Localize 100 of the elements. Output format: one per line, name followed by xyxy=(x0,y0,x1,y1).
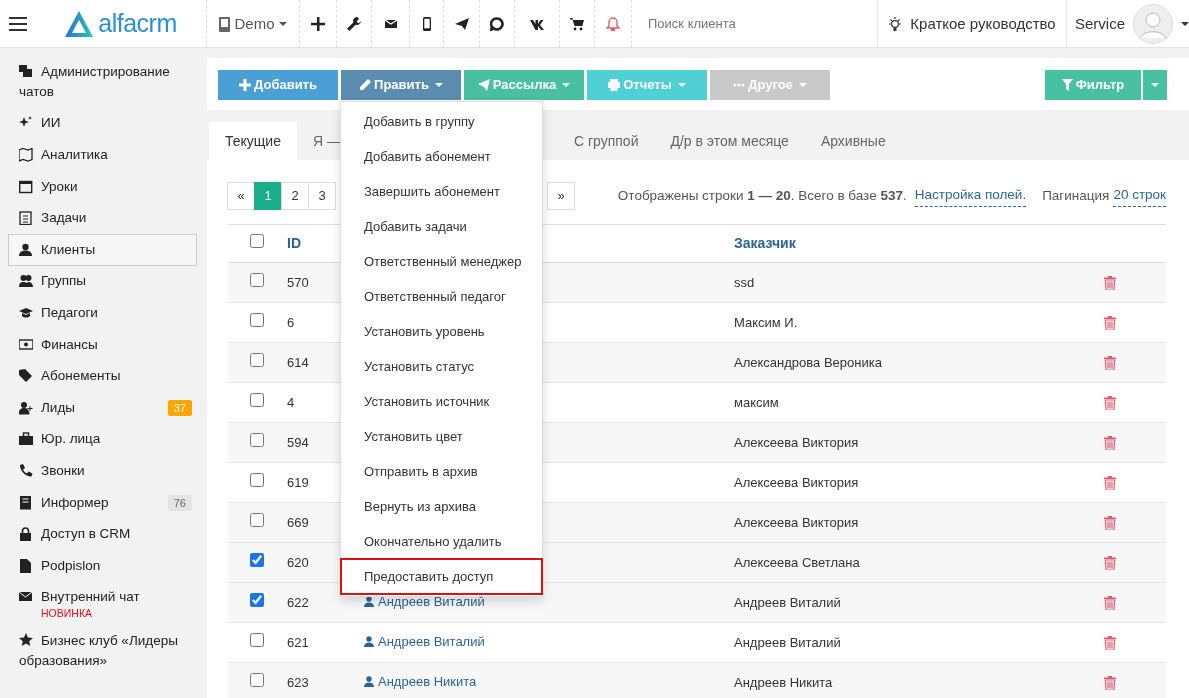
add-person-icon xyxy=(19,400,33,415)
dropdown-toggle-button[interactable] xyxy=(1142,70,1167,100)
menu-item[interactable]: Добавить абонемент xyxy=(341,139,542,174)
tab[interactable]: Текущие xyxy=(209,122,297,160)
sidebar-item[interactable]: Информер 76 xyxy=(8,486,197,519)
sidebar-item[interactable]: Абонементы xyxy=(8,360,197,392)
sidebar-item[interactable]: Аналитика xyxy=(8,139,197,171)
sidebar-item[interactable]: Задачи xyxy=(8,202,197,234)
menu-item[interactable]: Установить источник xyxy=(341,384,542,419)
trash-icon[interactable] xyxy=(1104,276,1116,291)
tab[interactable]: Д/р в этом месяце xyxy=(654,122,805,160)
menu-item[interactable]: Вернуть из архива xyxy=(341,489,542,524)
menu-item[interactable]: Завершить абонемент xyxy=(341,174,542,209)
fields-settings-link[interactable]: Настройка полей. xyxy=(914,185,1027,207)
mail-icon[interactable] xyxy=(383,17,398,31)
row-checkbox[interactable] xyxy=(250,512,264,527)
sidebar-item[interactable]: Финансы xyxy=(8,328,197,361)
page-size-link[interactable]: 20 строк xyxy=(1113,185,1166,207)
sidebar-item[interactable]: Внутренний чат НОВИНКА xyxy=(8,581,197,626)
sidebar-item[interactable]: Лиды 37 xyxy=(8,391,197,424)
row-checkbox[interactable] xyxy=(250,432,264,447)
menu-item[interactable]: Ответственный менеджер xyxy=(341,244,542,279)
id-cell: 620 xyxy=(287,554,309,570)
sidebar-item[interactable]: Юр. лица xyxy=(8,423,197,456)
send-icon[interactable] xyxy=(454,17,469,31)
id-cell: 623 xyxy=(287,674,309,690)
building-icon xyxy=(219,16,231,32)
file-icon xyxy=(19,558,33,573)
tab[interactable]: Архивные xyxy=(804,122,902,160)
menu-item[interactable]: Ответственный педагог xyxy=(341,279,542,314)
row-checkbox[interactable] xyxy=(250,552,264,567)
trash-icon[interactable] xyxy=(1104,556,1116,571)
page-link[interactable]: 2 xyxy=(281,182,309,210)
row-checkbox[interactable] xyxy=(250,592,264,607)
sidebar-item[interactable]: Доступ в CRM xyxy=(8,518,197,550)
row-checkbox[interactable] xyxy=(250,272,264,287)
page-link[interactable]: 3 xyxy=(308,182,336,210)
social-icon[interactable] xyxy=(530,17,544,31)
menu-item[interactable]: Предоставить доступ xyxy=(341,559,542,594)
client-link[interactable]: Андреев Виталий xyxy=(378,632,485,652)
people-icon xyxy=(19,274,33,289)
row-checkbox[interactable] xyxy=(250,672,264,687)
toolbar-button[interactable]: Править xyxy=(341,70,461,100)
plus-icon[interactable] xyxy=(311,17,325,31)
menu-item[interactable]: Окончательно удалить xyxy=(341,524,542,559)
new-label: НОВИНКА xyxy=(41,607,93,620)
menu-item[interactable]: Установить цвет xyxy=(341,419,542,454)
guide-link[interactable]: Краткое руководство xyxy=(910,12,1056,36)
wrench-icon[interactable] xyxy=(347,17,361,31)
id-cell: 570 xyxy=(287,274,309,290)
customer-cell: Александрова Вероника xyxy=(734,354,882,370)
row-checkbox[interactable] xyxy=(250,312,264,327)
trash-icon[interactable] xyxy=(1104,636,1116,651)
row-checkbox[interactable] xyxy=(250,352,264,367)
pagination-label: Пагинация xyxy=(1042,186,1110,205)
sidebar-item[interactable]: ИИ xyxy=(8,107,197,140)
logo-text: alfacrm xyxy=(98,8,177,40)
column-header[interactable]: Заказчик xyxy=(734,235,796,251)
trash-icon[interactable] xyxy=(1104,316,1116,331)
row-checkbox[interactable] xyxy=(250,392,264,407)
person-icon xyxy=(364,636,374,648)
tab[interactable]: С группой xyxy=(557,122,655,160)
trash-icon[interactable] xyxy=(1104,596,1116,611)
sidebar-item[interactable]: Звонки xyxy=(8,455,197,487)
bell-icon[interactable] xyxy=(606,17,620,31)
menu-icon[interactable] xyxy=(8,17,27,31)
trash-icon[interactable] xyxy=(1104,516,1116,531)
client-link[interactable]: Андреев Никита xyxy=(378,672,477,692)
row-checkbox[interactable] xyxy=(250,632,264,647)
sidebar-item[interactable]: Уроки xyxy=(8,170,197,203)
menu-item[interactable]: Добавить задачи xyxy=(341,209,542,244)
page-link[interactable]: » xyxy=(547,182,575,210)
sidebar-item[interactable]: Группы xyxy=(8,265,197,298)
trash-icon[interactable] xyxy=(1104,436,1116,451)
sidebar-item[interactable]: Клиенты xyxy=(8,233,197,266)
trash-icon[interactable] xyxy=(1104,396,1116,411)
chat-bubble-icon[interactable] xyxy=(490,17,504,31)
person-icon xyxy=(364,596,374,608)
caret-icon[interactable] xyxy=(1181,22,1189,26)
page-link[interactable]: « xyxy=(227,182,255,210)
sidebar-item[interactable]: Бизнес клуб «Лидеры образования» xyxy=(8,625,197,677)
logo-icon xyxy=(64,10,95,38)
caret-icon xyxy=(1151,83,1159,87)
trash-icon[interactable] xyxy=(1104,476,1116,491)
column-header[interactable]: ID xyxy=(287,235,301,251)
sidebar-item[interactable]: Администрирование чатов xyxy=(8,56,197,108)
menu-item[interactable]: Установить уровень xyxy=(341,314,542,349)
menu-item[interactable]: Отправить в архив xyxy=(341,454,542,489)
menu-item[interactable]: Добавить в группу xyxy=(341,104,542,139)
sidebar-item[interactable]: Педагоги xyxy=(8,297,197,329)
trash-icon[interactable] xyxy=(1104,676,1116,691)
branch-dropdown[interactable]: Demo xyxy=(234,12,287,36)
sidebar-item[interactable]: Podpislon xyxy=(8,549,197,582)
summary-text: Отображены строки 1 — 20. Всего в базе 537. xyxy=(617,186,907,205)
cart-icon[interactable] xyxy=(570,17,584,31)
trash-icon[interactable] xyxy=(1104,356,1116,371)
menu-item[interactable]: Установить статус xyxy=(341,349,542,384)
row-checkbox[interactable] xyxy=(250,472,264,487)
briefcase-icon xyxy=(19,432,33,447)
select-all-checkbox[interactable] xyxy=(250,234,264,248)
